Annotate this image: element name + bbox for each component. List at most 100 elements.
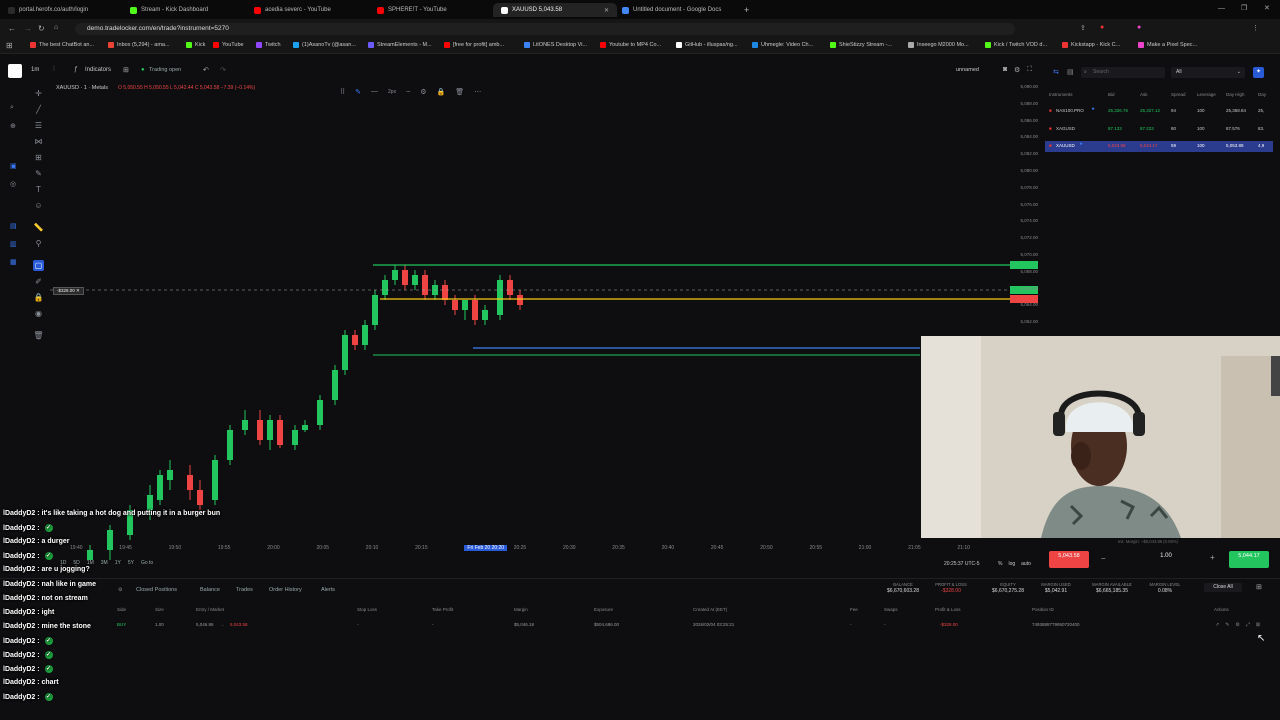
lock-icon[interactable]: 🔒 [437,88,446,100]
close-tab-icon[interactable]: ✕ [604,7,609,14]
chat-username[interactable]: lDaddyD2 : [3,538,42,545]
bookmark[interactable]: Kick [186,42,205,48]
layout-name[interactable]: unnamed [956,67,979,73]
chat-username[interactable]: lDaddyD2 : [3,566,42,573]
chat-username[interactable]: lDaddyD2 : [3,694,42,701]
bookmark[interactable]: The best ChatBot an... [30,42,94,48]
eye-icon[interactable]: ◉ [33,308,44,319]
chat-username[interactable]: lDaddyD2 : [3,679,42,686]
candle-type-icon[interactable]: ⫶ [53,66,55,74]
settings-icon[interactable]: ⚙ [420,88,426,100]
share-icon[interactable]: ⇪ [1080,24,1086,32]
bookmark[interactable]: LitONES Desktop Vi... [524,42,587,48]
text-icon[interactable]: T [33,184,44,195]
position-pnl-tag[interactable]: -$328.00 ✕ [53,287,84,295]
bookmark[interactable]: (1)AsanoTv (@asan... [293,42,356,48]
tab-alerts[interactable]: Alerts [321,587,335,593]
bookmark[interactable]: YouTube [213,42,244,48]
col-header[interactable]: Created At (EET) [693,607,727,612]
extension-icon[interactable]: ● [1100,24,1104,31]
minus-icon[interactable]: − [1101,554,1106,563]
col-header[interactable]: Swaps [884,607,898,612]
col-header[interactable]: Take Profit [432,607,453,612]
bookmark[interactable]: Uhmegle: Video Ch... [752,42,813,48]
col-header[interactable]: Bid [1108,92,1115,97]
pitchfork-icon[interactable]: ⊞ [33,152,44,163]
chat-username[interactable]: lDaddyD2 : [3,553,42,560]
star-icon[interactable]: ★ [1079,141,1083,147]
menu-icon[interactable]: ⋮ [1252,24,1259,32]
maximize-icon[interactable]: ❐ [1241,4,1247,12]
bookmark[interactable]: Inbox (5,294) - ama... [108,42,170,48]
trend-line-icon[interactable]: ╱ [33,104,44,115]
lock-icon[interactable]: 🔒 [33,292,44,303]
log-toggle[interactable]: log [1008,561,1015,567]
back-icon[interactable]: ← [8,24,16,33]
indicators-button[interactable]: Indicators [85,67,111,73]
browser-tab[interactable]: portal.herofx.co/auth/login [8,3,88,17]
quantity-input[interactable]: 1.00 [1121,551,1211,568]
pencil-icon[interactable]: ✎ [355,88,361,100]
close-window-icon[interactable]: ✕ [1264,4,1270,12]
col-header[interactable]: Profit & Loss [935,607,961,612]
bookmark[interactable]: Kickstapp - Kick C... [1062,42,1120,48]
horizontal-lines-icon[interactable]: ☰ [33,120,44,131]
col-header[interactable]: Stop Loss [357,607,377,612]
more-icon[interactable]: ⋯ [474,88,481,100]
col-header[interactable]: Actions [1214,607,1229,612]
bookmark[interactable]: ShieStizzy Stream -... [830,42,892,48]
redo-icon[interactable]: ↷ [220,66,226,74]
auto-toggle[interactable]: auto [1021,561,1031,567]
percent-toggle[interactable]: % [998,561,1002,567]
position-sl[interactable]: - [357,622,359,627]
col-header[interactable]: Instruments [1049,92,1073,97]
chat-username[interactable]: lDaddyD2 : [3,510,42,517]
grip-icon[interactable]: ⠿ [340,88,345,100]
bookmark[interactable]: Youtube to MP4 Co... [600,42,661,48]
col-header[interactable]: Margin [514,607,528,612]
add-instrument-icon[interactable]: ✦ [1253,67,1264,78]
extension-icon[interactable]: ● [1137,24,1141,31]
chat-username[interactable]: lDaddyD2 : [3,652,42,659]
bookmark[interactable]: GitHub - illuspas/ng... [676,42,738,48]
browser-tab[interactable]: Untitled document - Google Docs [622,3,721,17]
tab-order-history[interactable]: Order History [269,587,302,593]
col-header[interactable]: Position ID [1032,607,1054,612]
magnet-icon[interactable]: ▢ [33,260,44,271]
templates-icon[interactable]: ⊞ [123,66,129,74]
star-icon[interactable]: ★ [1091,106,1095,112]
chat-username[interactable]: lDaddyD2 : [3,609,42,616]
sell-button[interactable]: 5,043.58 [1049,551,1089,568]
forward-icon[interactable]: → [24,24,32,33]
emoji-icon[interactable]: ☺ [33,200,44,211]
browser-tab[interactable]: SPHERE!T - YouTube [377,3,447,17]
browser-tab-active[interactable]: XAUUSD 5,043.58 ✕ [493,3,617,17]
timeframe-button[interactable]: 1m [31,67,39,73]
trash-icon[interactable]: 🗑 [33,330,44,341]
close-all-button[interactable]: Close All [1204,583,1242,592]
expand-icon[interactable]: ⤢ [1246,622,1250,628]
bookmark[interactable]: Twitch [256,42,281,48]
col-header[interactable]: Day High [1226,92,1245,97]
watchlist-row[interactable]: ■ NAS100.PRO ★ 25,326.76 25,327.12 94 10… [1045,106,1273,117]
line-width-value[interactable]: 2px [388,88,396,100]
grid-view-icon[interactable]: ▤ [1067,68,1074,76]
fib-icon[interactable]: ⋈ [33,136,44,147]
minimize-icon[interactable]: — [1218,5,1225,12]
buy-button[interactable]: 5,044.17 [1229,551,1269,568]
price-chart[interactable] [50,80,1040,560]
watchlist-row-selected[interactable]: ■ XAUUSD ★ 5,043.58 5,044.17 59 100 5,05… [1045,141,1273,152]
browser-tab[interactable]: acedia severc - YouTube [254,3,331,17]
close-position-icon[interactable]: ✕ [76,288,80,293]
edit-icon[interactable]: ✎ [1225,622,1229,628]
grid-icon[interactable]: ⊞ [1256,583,1262,591]
col-header[interactable]: Exposure [594,607,613,612]
reload-icon[interactable]: ↻ [38,24,45,33]
magnifier-icon[interactable]: ⚲ [33,238,44,249]
bookmark[interactable]: Kick / Twitch VOD d... [985,42,1047,48]
pencil-lock-icon[interactable]: ✐ [33,276,44,287]
home-icon[interactable]: ⌂ [54,24,58,31]
position-tp[interactable]: - [432,622,434,627]
bookmark[interactable]: StreamElements - M... [368,42,432,48]
filter-select[interactable]: All ⌄ [1171,67,1245,78]
